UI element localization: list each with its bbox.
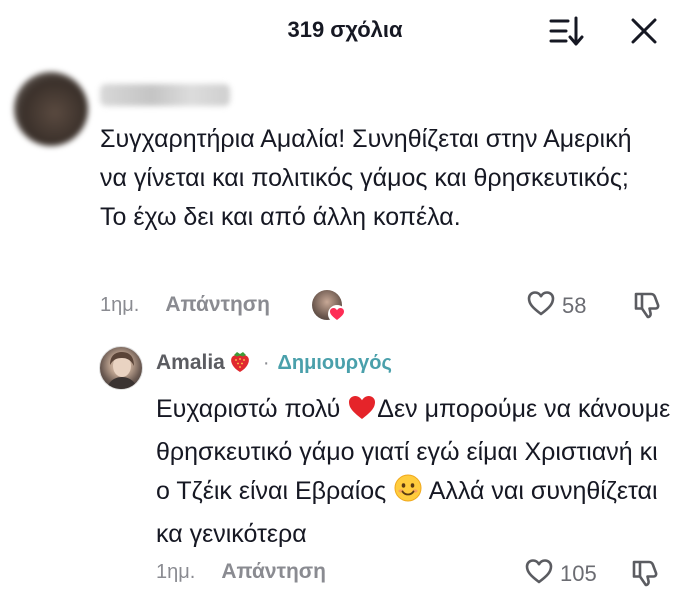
heart-outline-icon (526, 289, 556, 322)
comments-count-title: 319 σχόλια (287, 17, 403, 42)
reply-author-row: Amalia · Δημιουργός (156, 348, 392, 378)
reply-text: Ευχαριστώ πολύ Δεν μπορούμε να κάνουμε θ… (156, 390, 676, 554)
heart-outline-icon (524, 557, 554, 590)
creator-avatar[interactable] (99, 346, 143, 390)
close-icon[interactable] (626, 14, 662, 48)
comment-text: Συγχαρητήρια Αμαλία! Συνηθίζεται στην Αμ… (100, 125, 632, 231)
thumbs-down-icon[interactable] (630, 558, 660, 588)
reply-text-part1: Ευχαριστώ πολύ (156, 395, 348, 423)
commenter-avatar-blurred[interactable] (14, 72, 88, 146)
reply-like-count: 105 (560, 560, 597, 586)
creator-badge: Δημιουργός (277, 351, 392, 374)
reply-time: 1ημ. (156, 560, 196, 583)
separator-dot: · (262, 351, 270, 374)
reply-reply-button[interactable]: Απάντηση (221, 560, 326, 584)
comment-time: 1ημ. (100, 293, 140, 316)
comment-reply-button[interactable]: Απάντηση (165, 293, 270, 317)
comments-header: 319 σχόλια (0, 0, 690, 62)
strawberry-icon (227, 348, 253, 379)
creator-liked-heart-icon (328, 305, 346, 323)
reply-like-button[interactable]: 105 (524, 557, 597, 590)
reply-meta: 1ημ. Απάντηση (156, 557, 326, 587)
comment-like-button[interactable]: 58 (526, 289, 586, 322)
creator-username[interactable]: Amalia (156, 351, 225, 375)
red-heart-icon (347, 393, 377, 433)
comment-meta: 1ημ. Απάντηση (100, 290, 270, 320)
thumbs-down-icon[interactable] (632, 290, 662, 320)
commenter-username-blurred[interactable] (100, 84, 230, 106)
smiling-face-icon (393, 473, 423, 515)
comment-like-count: 58 (562, 292, 587, 318)
sort-icon[interactable] (548, 14, 584, 48)
